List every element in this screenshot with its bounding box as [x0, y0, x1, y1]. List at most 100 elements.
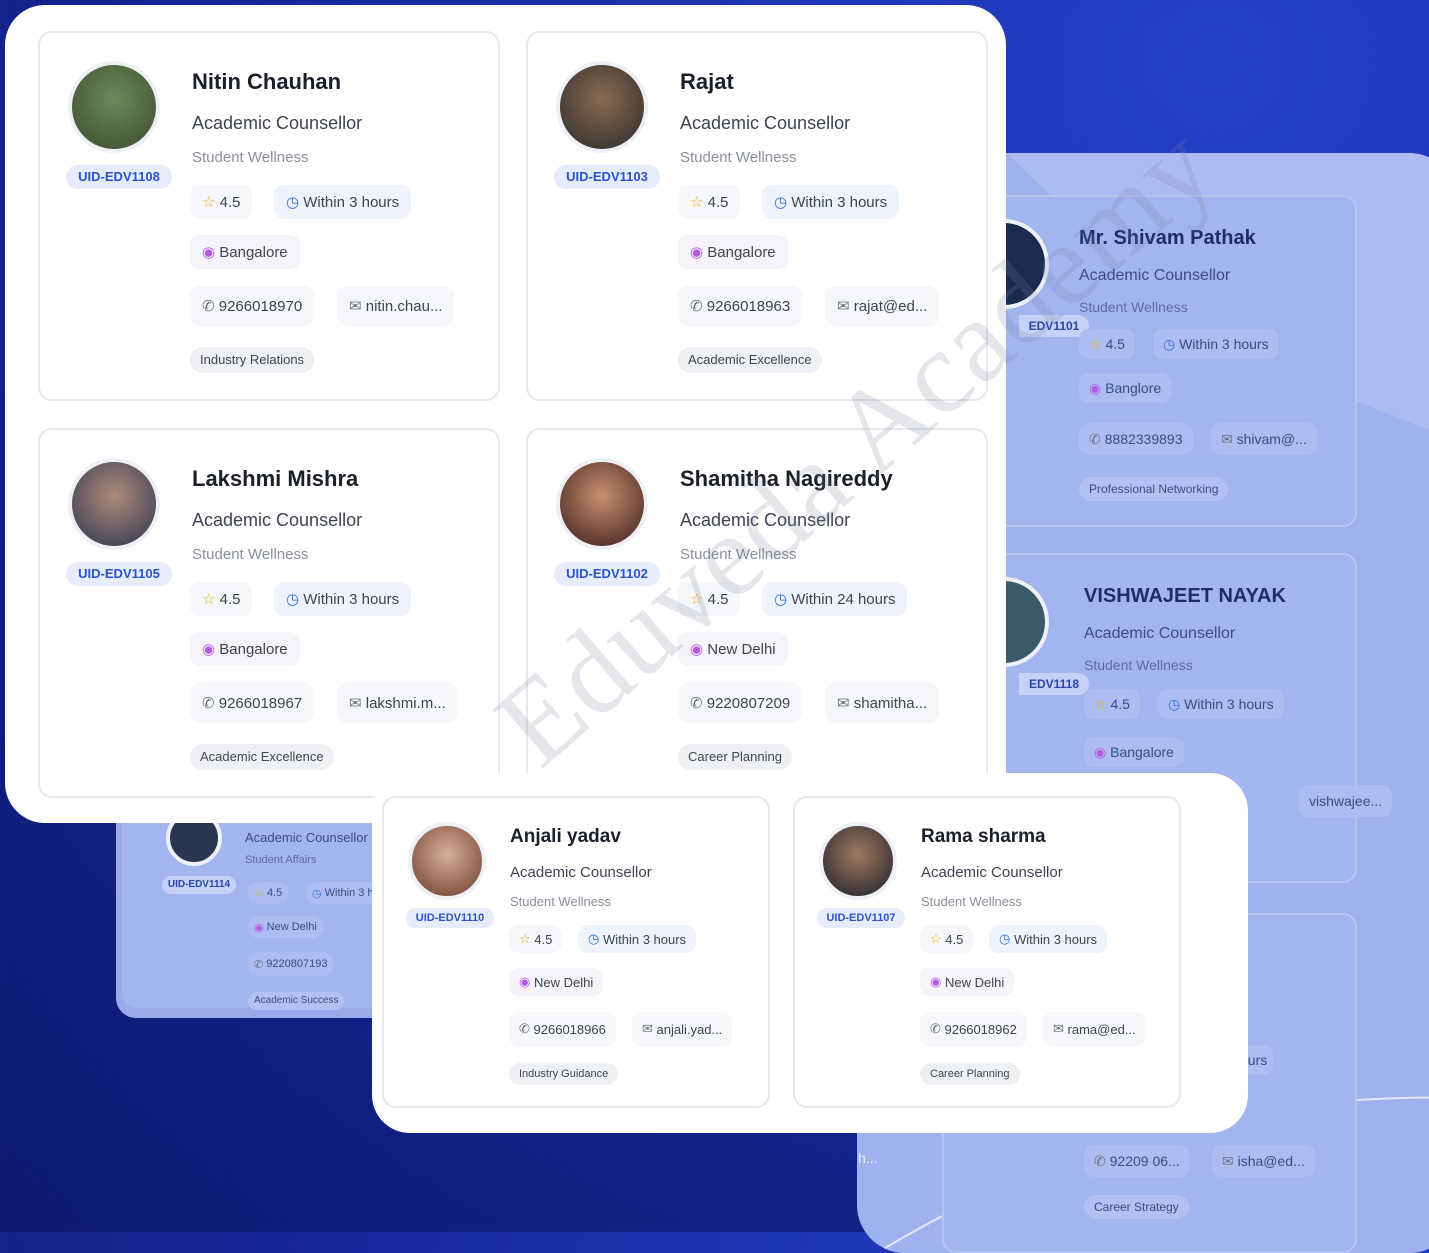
rating-value: 4.5	[707, 590, 729, 608]
counsellor-dept: Student Wellness	[192, 546, 309, 563]
specialty-tag: Industry Guidance	[509, 1063, 619, 1085]
counsellor-name: Mr. Shivam Pathak	[1079, 227, 1256, 249]
avatar	[408, 822, 486, 900]
location-chip: ◉ Bangalore	[190, 235, 300, 269]
counsellor-role: Academic Counsellor	[510, 864, 652, 881]
uid-badge: EDV1101	[1019, 315, 1089, 337]
phone-number: 92209 06...	[1109, 1153, 1180, 1169]
counsellor-card-nitin[interactable]: UID-EDV1108 Nitin Chauhan Academic Couns…	[38, 31, 500, 401]
email-chip[interactable]: ✉ rajat@ed...	[825, 286, 940, 326]
email-chip[interactable]: vishwajee...	[1299, 785, 1393, 817]
response-time-chip: ◷ Within 3 hours	[989, 925, 1108, 953]
location-chip: ◉ New Delhi	[678, 632, 788, 666]
rating-chip: ☆ 4.5	[248, 882, 289, 904]
rating-chip: ☆ 4.5	[1079, 329, 1135, 359]
rating-value: 4.5	[1110, 696, 1130, 712]
phone-chip[interactable]: ✆ 9266018970	[190, 286, 315, 326]
star-icon: ☆	[690, 591, 704, 608]
phone-chip[interactable]: ✆ 92209 06...	[1084, 1145, 1190, 1177]
phone-chip[interactable]: ✆ 9220807209	[678, 683, 803, 723]
email: anjali.yad...	[656, 1021, 723, 1037]
email: vishwajee...	[1309, 793, 1383, 809]
phone-icon: ✆	[519, 1021, 530, 1036]
email-chip[interactable]: ✉ isha@ed...	[1212, 1145, 1315, 1177]
response-time-chip: ◷ Within 3 hours	[578, 925, 697, 953]
email-chip[interactable]: ✉ rama@ed...	[1043, 1012, 1146, 1046]
response-time: Within 3 hours	[1184, 696, 1274, 712]
phone-chip[interactable]: ✆ 8882339893	[1079, 423, 1193, 455]
location-pin-icon: ◉	[690, 244, 704, 261]
avatar	[556, 458, 648, 550]
location: Bangalore	[219, 640, 288, 658]
counsellor-dept: Student Wellness	[680, 546, 797, 563]
email-chip[interactable]: ✉ nitin.chau...	[337, 286, 455, 326]
counsellor-card-lakshmi[interactable]: UID-EDV1105 Lakshmi Mishra Academic Coun…	[38, 428, 500, 798]
background-panel-left: UID-EDV1114 Academic Counsellor Student …	[116, 810, 416, 1018]
email-chip[interactable]: ✉ anjali.yad...	[632, 1012, 733, 1046]
rating-value: 4.5	[534, 931, 553, 947]
rating-value: 4.5	[219, 193, 241, 211]
star-icon: ☆	[1094, 695, 1107, 712]
rating-value: 4.5	[266, 887, 283, 899]
rating-value: 4.5	[1105, 336, 1125, 352]
phone-chip[interactable]: ✆ 9266018966	[509, 1012, 616, 1046]
fragment-text: h...	[858, 1150, 878, 1166]
response-time: Within 24 hours	[791, 590, 896, 608]
phone-number: 9266018966	[533, 1021, 606, 1037]
location-chip: ◉ New Delhi	[920, 968, 1015, 996]
counsellor-card-rajat[interactable]: UID-EDV1103 Rajat Academic Counsellor St…	[526, 31, 988, 401]
location-chip: ◉ New Delhi	[248, 916, 323, 938]
counsellor-card-anjali[interactable]: UID-EDV1110 Anjali yadav Academic Counse…	[382, 796, 770, 1108]
location-pin-icon: ◉	[930, 974, 942, 989]
counsellor-card-rama[interactable]: UID-EDV1107 Rama sharma Academic Counsel…	[793, 796, 1181, 1108]
counsellor-role: Academic Counsellor	[192, 510, 363, 530]
location-chip: ◉ Bangalore	[1084, 737, 1184, 767]
specialty-tag: Professional Networking	[1079, 477, 1229, 501]
location-pin-icon: ◉	[254, 921, 264, 934]
email-chip[interactable]: ✉ shivam@...	[1211, 423, 1317, 455]
location: New Delhi	[944, 974, 1005, 990]
specialty-tag: Industry Relations	[190, 347, 315, 373]
clock-icon: ◷	[774, 194, 788, 211]
location-chip: ◉ Banglore	[1079, 373, 1172, 403]
uid-badge: UID-EDV1110	[406, 908, 494, 928]
counsellor-dept: Student Wellness	[1084, 657, 1193, 673]
phone-chip[interactable]: ✆ 9266018962	[920, 1012, 1027, 1046]
phone-icon: ✆	[690, 298, 703, 315]
response-time: Within 3 h	[324, 887, 374, 899]
star-icon: ☆	[1089, 335, 1102, 352]
phone-chip[interactable]: ✆ 9266018967	[190, 683, 315, 723]
specialty-tag: Academic Excellence	[678, 347, 822, 373]
phone-chip[interactable]: ✆ 9266018963	[678, 286, 803, 326]
email-chip[interactable]: ✉ shamitha...	[825, 683, 940, 723]
email: nitin.chau...	[365, 297, 443, 315]
counsellor-dept: Student Affairs	[245, 854, 317, 866]
response-time: Within 3 hours	[303, 590, 400, 608]
email-chip[interactable]: ✉ lakshmi.m...	[337, 683, 458, 723]
location-chip: ◉ Bangalore	[678, 235, 788, 269]
location-pin-icon: ◉	[519, 974, 531, 989]
mail-icon: ✉	[642, 1021, 653, 1036]
counsellor-card-shamitha[interactable]: UID-EDV1102 Shamitha Nagireddy Academic …	[526, 428, 988, 798]
phone-icon: ✆	[202, 298, 215, 315]
phone-icon: ✆	[254, 958, 264, 971]
star-icon: ☆	[254, 887, 264, 900]
email: lakshmi.m...	[365, 694, 446, 712]
phone-chip[interactable]: ✆ 9220807193	[248, 952, 334, 976]
mail-icon: ✉	[837, 695, 850, 712]
counsellor-role: Academic Counsellor	[921, 864, 1063, 881]
response-time: Within 3 hours	[602, 931, 687, 947]
counsellor-name: Rama sharma	[921, 826, 1046, 847]
phone-icon: ✆	[690, 695, 703, 712]
specialty-tag: Academic Excellence	[190, 744, 334, 770]
mail-icon: ✉	[1222, 1152, 1234, 1169]
rating-chip: ☆ 4.5	[509, 925, 563, 953]
phone-number: 9266018967	[218, 694, 303, 712]
avatar	[556, 61, 648, 153]
phone-icon: ✆	[202, 695, 215, 712]
phone-icon: ✆	[1094, 1152, 1106, 1169]
location: Bangalore	[1110, 744, 1174, 760]
rating-chip: ☆ 4.5	[920, 925, 974, 953]
uid-badge: UID-EDV1108	[66, 165, 172, 189]
location-chip: ◉ New Delhi	[509, 968, 604, 996]
